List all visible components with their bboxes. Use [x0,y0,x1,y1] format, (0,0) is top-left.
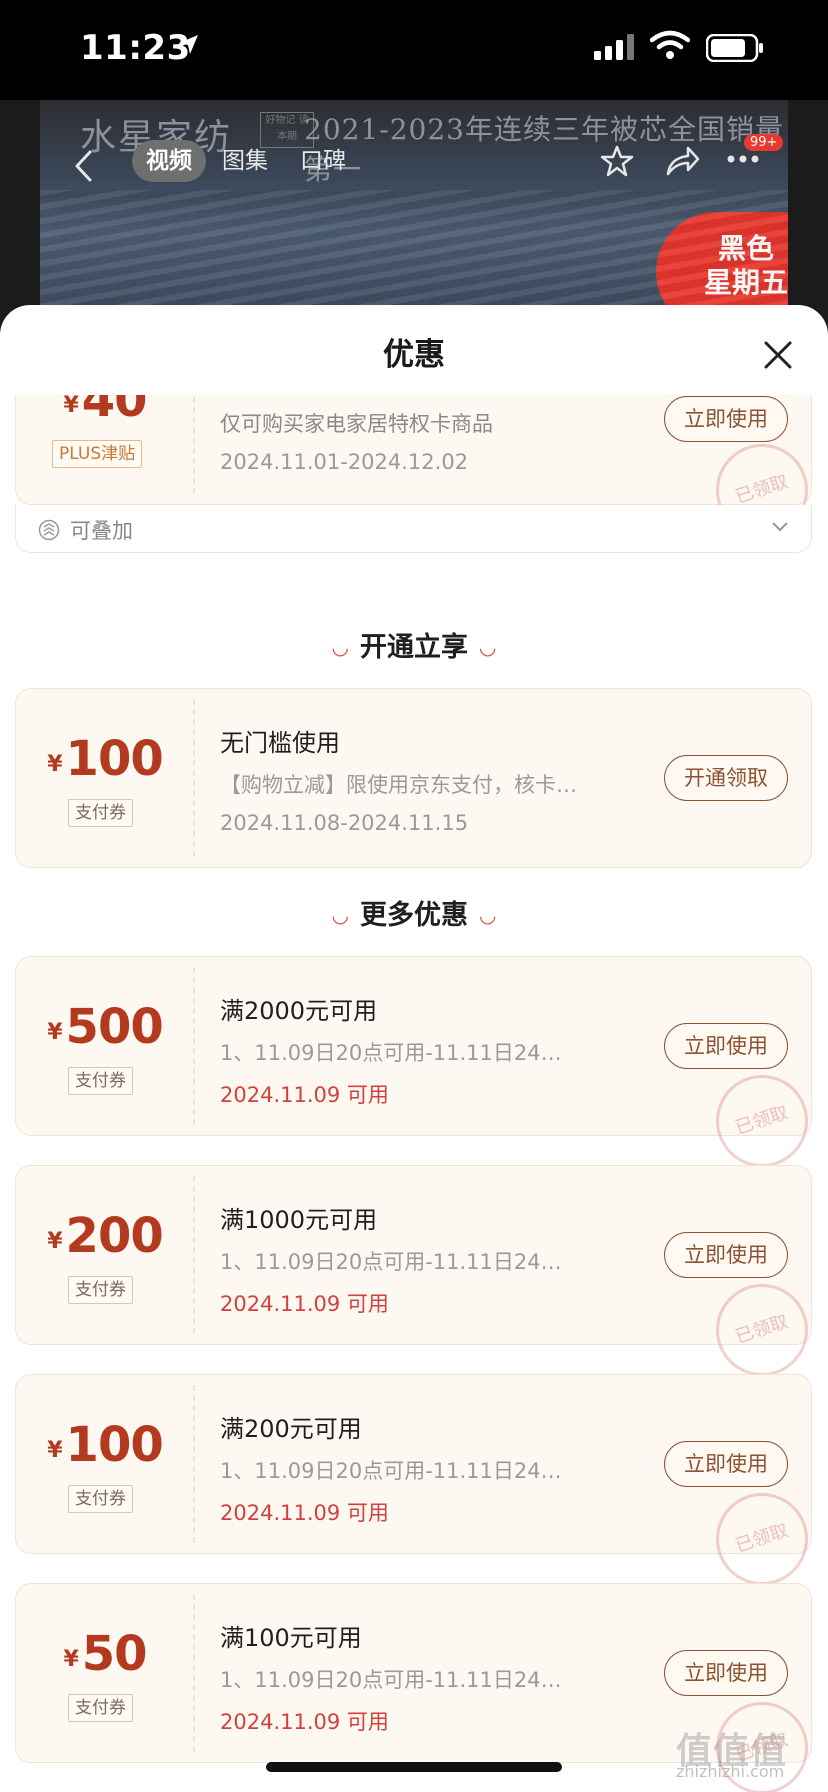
tab-reviews[interactable]: 口碑 [286,140,360,182]
amount-value: 50 [81,1626,148,1682]
section-title-open: 开通立享 [360,632,468,663]
section-title-more: 更多优惠 [360,900,468,931]
coupon-desc: 1、11.09日20点可用-11.11日24点结… [220,1041,580,1065]
claimed-stamp: 已领取 [704,1481,820,1597]
coupon-type-tag: 支付券 [68,1694,133,1722]
brand-slogan: 2021-2023年连续三年被芯全国销量第一 [304,113,784,186]
more-dots-icon[interactable] [726,154,760,164]
amount-value: 100 [65,1417,164,1473]
close-icon[interactable] [758,335,798,375]
share-icon[interactable] [664,144,700,178]
section-mark-right-icon: ◡ [480,903,496,927]
coupon-amount: ¥40 [16,395,194,428]
currency-symbol: ¥ [47,1229,63,1254]
section-heading-more: ◡ 更多优惠 ◡ [0,893,828,932]
coupon-type-tag: 支付券 [68,799,133,827]
coupon-title: 满200元可用 [220,1415,362,1443]
coupon-date: 2024.11.09 可用 [220,1083,389,1107]
stackable-icon [38,519,60,541]
use-now-button[interactable]: 立即使用 [664,1441,788,1487]
wifi-icon [650,30,690,59]
coupon-list[interactable]: ¥40 PLUS津贴 仅可购买家电家居特权卡商品 2024.11.01-2024… [0,395,828,1792]
star-favorite-icon[interactable] [600,144,634,178]
amount-value: 40 [81,395,148,428]
currency-symbol: ¥ [47,1438,63,1463]
tab-video[interactable]: 视频 [132,140,206,182]
coupon-date: 2024.11.09 可用 [220,1292,389,1316]
battery-icon [706,34,763,62]
currency-symbol: ¥ [63,395,79,418]
coupon-desc: 1、11.09日20点可用-11.11日24点结… [220,1459,580,1483]
use-now-button[interactable]: 立即使用 [664,1650,788,1696]
coupon-date: 2024.11.09 可用 [220,1710,389,1734]
section-mark-left-icon: ◡ [332,903,348,927]
coupon-title: 满100元可用 [220,1624,362,1652]
coupon-date: 2024.11.01-2024.12.02 [220,450,469,474]
back-arrow-icon[interactable] [72,148,96,184]
section-mark-right-icon: ◡ [480,635,496,659]
promo-badge-line1: 黑色 [717,232,774,265]
coupon-card-200: ¥200 支付券 满1000元可用 1、11.09日20点可用-11.11日24… [15,1165,820,1388]
claimed-stamp: 已领取 [704,1272,820,1388]
coupon-title: 满2000元可用 [220,997,378,1025]
coupon-card-plus: ¥40 PLUS津贴 仅可购买家电家居特权卡商品 2024.11.01-2024… [15,395,820,548]
activate-claim-button[interactable]: 开通领取 [664,755,788,801]
chevron-down-icon[interactable] [771,521,789,533]
currency-symbol: ¥ [47,752,63,777]
claimed-stamp: 已领取 [704,1063,820,1179]
coupon-title: 满1000元可用 [220,1206,378,1234]
coupon-card-open: ¥100 支付券 无门槛使用 【购物立减】限使用京东支付，核卡… 2024.11… [15,688,812,868]
currency-symbol: ¥ [63,1647,79,1672]
stackable-label: 可叠加 [70,519,133,543]
coupon-amount: ¥50 [16,1626,194,1682]
black-friday-badge[interactable]: 黑色 星期五 [656,212,788,320]
amount-value: 500 [65,999,164,1055]
site-watermark-url: zhizhizhi.com [676,1762,785,1781]
tab-gallery[interactable]: 图集 [208,140,282,182]
promo-badge-line2: 星期五 [703,266,788,299]
home-indicator[interactable] [266,1762,562,1772]
section-heading-open: ◡ 开通立享 ◡ [0,625,828,664]
coupon-type-tag: 支付券 [68,1067,133,1095]
coupon-desc: 1、11.09日20点可用-11.11日24点结… [220,1668,580,1692]
sheet-title: 优惠 [383,337,445,373]
coupon-desc: 【购物立减】限使用京东支付，核卡… [220,773,577,797]
coupon-card-500: ¥500 支付券 满2000元可用 1、11.09日20点可用-11.11日24… [15,956,820,1179]
coupon-card-100: ¥100 支付券 满200元可用 1、11.09日20点可用-11.11日24点… [15,1374,820,1597]
message-count-badge: 99+ [744,134,784,151]
use-now-button[interactable]: 立即使用 [664,396,788,442]
currency-symbol: ¥ [47,1020,63,1045]
amount-value: 100 [65,731,164,787]
use-now-button[interactable]: 立即使用 [664,1023,788,1069]
coupon-amount: ¥100 [16,731,194,787]
coupon-title: 无门槛使用 [220,729,340,757]
coupon-type-tag: PLUS津贴 [52,440,143,468]
cellular-signal-icon [594,34,634,60]
amount-value: 200 [65,1208,164,1264]
coupon-date: 2024.11.08-2024.11.15 [220,811,469,835]
use-now-button[interactable]: 立即使用 [664,1232,788,1278]
product-banner: 水星家纺 好物记 读本期 2021-2023年连续三年被芯全国销量第一 视频 图… [40,100,788,320]
coupon-amount: ¥100 [16,1417,194,1473]
section-mark-left-icon: ◡ [332,635,348,659]
coupon-desc: 1、11.09日20点可用-11.11日24点结… [220,1250,580,1274]
coupon-date: 2024.11.09 可用 [220,1501,389,1525]
coupon-type-tag: 支付券 [68,1276,133,1304]
coupon-sheet: 优惠 ¥40 PLUS津贴 仅可购买家电家居特权卡商品 2024.11.01-2… [0,305,828,1792]
coupon-amount: ¥200 [16,1208,194,1264]
status-time: 11:23 [80,28,191,68]
stackable-row[interactable]: 可叠加 [15,505,812,553]
coupon-type-tag: 支付券 [68,1485,133,1513]
status-bar: 11:23 [0,0,828,100]
coupon-desc: 仅可购买家电家居特权卡商品 [220,412,493,436]
coupon-amount: ¥500 [16,999,194,1055]
location-arrow-icon [179,35,198,54]
